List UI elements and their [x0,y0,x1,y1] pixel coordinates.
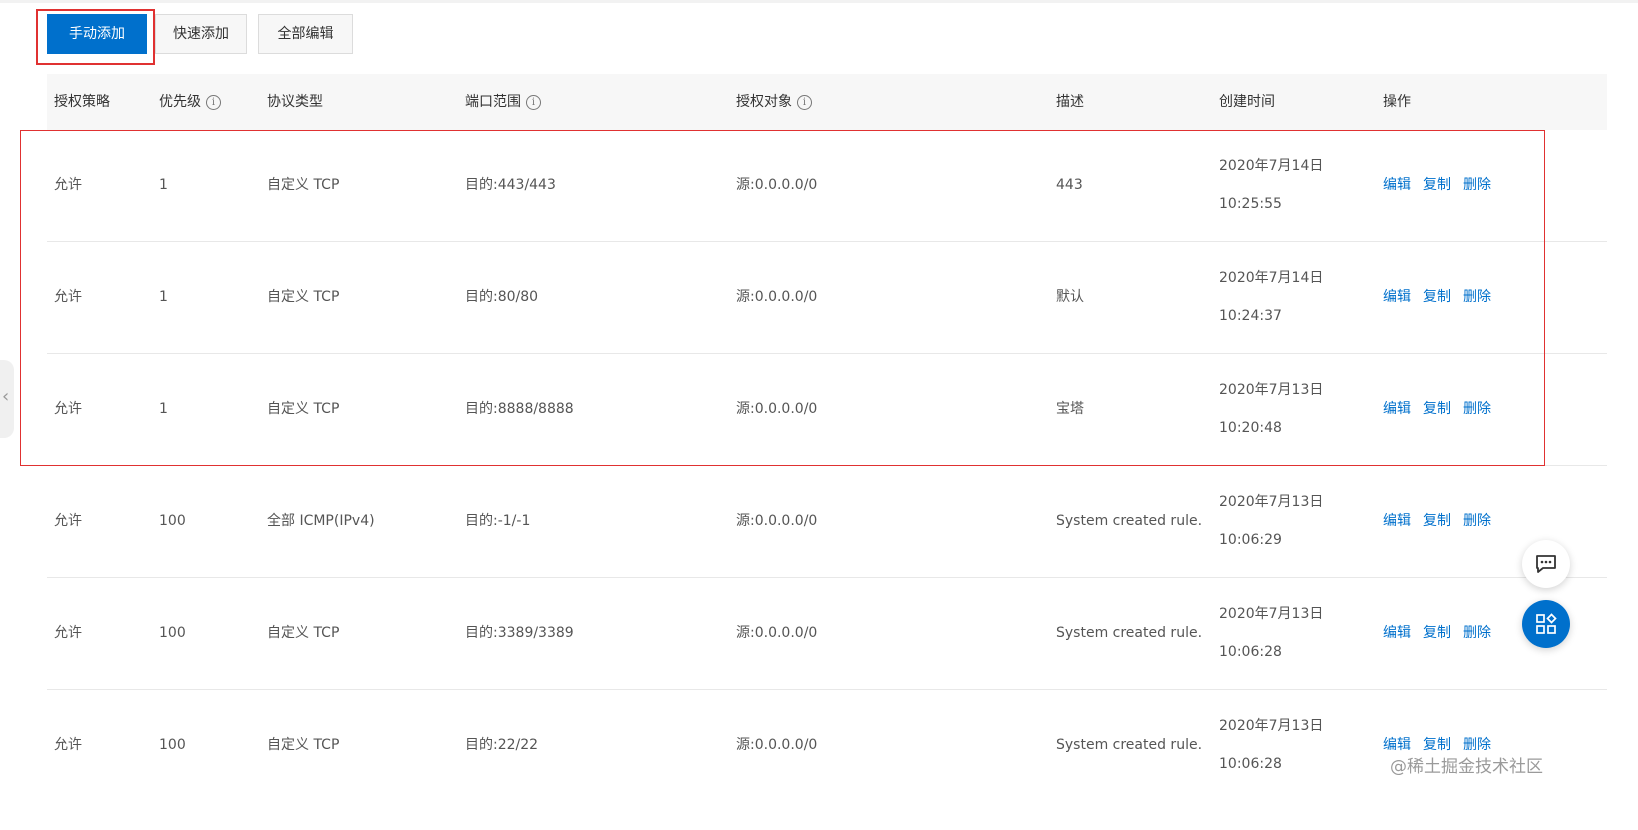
cell-description: System created rule. [1056,737,1203,753]
header-priority: 优先级 i [159,74,221,130]
copy-link[interactable]: 复制 [1423,513,1451,529]
cell-description: 默认 [1056,289,1084,305]
cell-created-time: 2020年7月14日 10:24:37 [1219,270,1324,324]
delete-link[interactable]: 删除 [1463,625,1491,641]
security-rules-table: 授权策略 优先级 i 协议类型 端口范围 i 授权对象 i 描述 创建时间 操作 允许… [47,74,1607,802]
cell-description: 宝塔 [1056,401,1084,417]
edit-link[interactable]: 编辑 [1383,625,1411,641]
cell-policy: 允许 [54,625,82,641]
chat-button[interactable] [1522,540,1570,588]
cell-actions: 编辑 复制 删除 [1383,578,1503,689]
cell-actions: 编辑 复制 删除 [1383,354,1503,465]
header-port-range: 端口范围 i [465,74,541,130]
copy-link[interactable]: 复制 [1423,289,1451,305]
cell-actions: 编辑 复制 删除 [1383,690,1503,801]
delete-link[interactable]: 删除 [1463,401,1491,417]
header-created-time: 创建时间 [1219,94,1275,110]
copy-link[interactable]: 复制 [1423,177,1451,193]
edit-link[interactable]: 编辑 [1383,513,1411,529]
chevron-left-icon: ‹ [2,386,10,407]
cell-priority: 1 [159,401,168,417]
watermark: @稀土掘金技术社区 [1390,757,1543,777]
info-icon[interactable]: i [206,94,221,110]
table-row: 允许 1 自定义 TCP 目的:80/80 源:0.0.0.0/0 默认 202… [47,242,1607,354]
cell-created-time: 2020年7月13日 10:06:28 [1219,606,1324,660]
cell-auth-object: 源:0.0.0.0/0 [736,401,818,417]
cell-auth-object: 源:0.0.0.0/0 [736,625,818,641]
edit-link[interactable]: 编辑 [1383,737,1411,753]
cell-protocol: 自定义 TCP [267,625,340,641]
delete-link[interactable]: 删除 [1463,177,1491,193]
cell-auth-object: 源:0.0.0.0/0 [736,289,818,305]
cell-policy: 允许 [54,177,82,193]
copy-link[interactable]: 复制 [1423,737,1451,753]
copy-link[interactable]: 复制 [1423,625,1451,641]
cell-policy: 允许 [54,513,82,529]
table-header: 授权策略 优先级 i 协议类型 端口范围 i 授权对象 i 描述 创建时间 操作 [47,74,1607,130]
header-description: 描述 [1056,94,1084,110]
top-divider [0,0,1638,3]
sidebar-collapse-handle[interactable]: ‹ [0,360,14,438]
cell-port-range: 目的:-1/-1 [465,513,531,529]
info-icon[interactable]: i [797,94,812,110]
cell-policy: 允许 [54,401,82,417]
edit-link[interactable]: 编辑 [1383,401,1411,417]
edit-link[interactable]: 编辑 [1383,289,1411,305]
chat-icon [1536,555,1556,573]
cell-actions: 编辑 复制 删除 [1383,242,1503,353]
apps-icon [1536,613,1557,634]
cell-created-time: 2020年7月13日 10:06:28 [1219,718,1324,772]
cell-port-range: 目的:8888/8888 [465,401,574,417]
cell-protocol: 自定义 TCP [267,177,340,193]
cell-created-time: 2020年7月13日 10:06:29 [1219,494,1324,548]
table-row: 允许 100 自定义 TCP 目的:3389/3389 源:0.0.0.0/0 … [47,578,1607,690]
info-icon[interactable]: i [526,94,541,110]
cell-created-time: 2020年7月14日 10:25:55 [1219,158,1324,212]
cell-protocol: 自定义 TCP [267,289,340,305]
cell-protocol: 自定义 TCP [267,737,340,753]
cell-priority: 1 [159,289,168,305]
delete-link[interactable]: 删除 [1463,737,1491,753]
edit-all-button[interactable]: 全部编辑 [258,14,353,54]
cell-policy: 允许 [54,289,82,305]
header-auth-object: 授权对象 i [736,74,812,130]
cell-description: System created rule. [1056,513,1203,529]
apps-button[interactable] [1522,600,1570,648]
cell-priority: 1 [159,177,168,193]
cell-protocol: 自定义 TCP [267,401,340,417]
cell-priority: 100 [159,625,186,641]
cell-created-time: 2020年7月13日 10:20:48 [1219,382,1324,436]
quick-add-button[interactable]: 快速添加 [155,14,247,54]
cell-description: 443 [1056,177,1083,193]
table-row: 允许 1 自定义 TCP 目的:8888/8888 源:0.0.0.0/0 宝塔… [47,354,1607,466]
table-row: 允许 100 全部 ICMP(IPv4) 目的:-1/-1 源:0.0.0.0/… [47,466,1607,578]
cell-auth-object: 源:0.0.0.0/0 [736,737,818,753]
edit-link[interactable]: 编辑 [1383,177,1411,193]
cell-priority: 100 [159,737,186,753]
cell-priority: 100 [159,513,186,529]
cell-protocol: 全部 ICMP(IPv4) [267,513,375,529]
cell-auth-object: 源:0.0.0.0/0 [736,513,818,529]
cell-port-range: 目的:443/443 [465,177,556,193]
table-row: 允许 100 自定义 TCP 目的:22/22 源:0.0.0.0/0 Syst… [47,690,1607,802]
delete-link[interactable]: 删除 [1463,289,1491,305]
cell-actions: 编辑 复制 删除 [1383,466,1503,577]
cell-port-range: 目的:22/22 [465,737,539,753]
cell-port-range: 目的:80/80 [465,289,539,305]
cell-actions: 编辑 复制 删除 [1383,130,1503,241]
copy-link[interactable]: 复制 [1423,401,1451,417]
header-protocol: 协议类型 [267,94,323,110]
cell-auth-object: 源:0.0.0.0/0 [736,177,818,193]
header-policy: 授权策略 [54,94,110,110]
cell-port-range: 目的:3389/3389 [465,625,574,641]
table-row: 允许 1 自定义 TCP 目的:443/443 源:0.0.0.0/0 443 … [47,130,1607,242]
cell-policy: 允许 [54,737,82,753]
header-actions: 操作 [1383,94,1411,110]
cell-description: System created rule. [1056,625,1203,641]
highlight-box-manual-add [36,9,155,65]
delete-link[interactable]: 删除 [1463,513,1491,529]
